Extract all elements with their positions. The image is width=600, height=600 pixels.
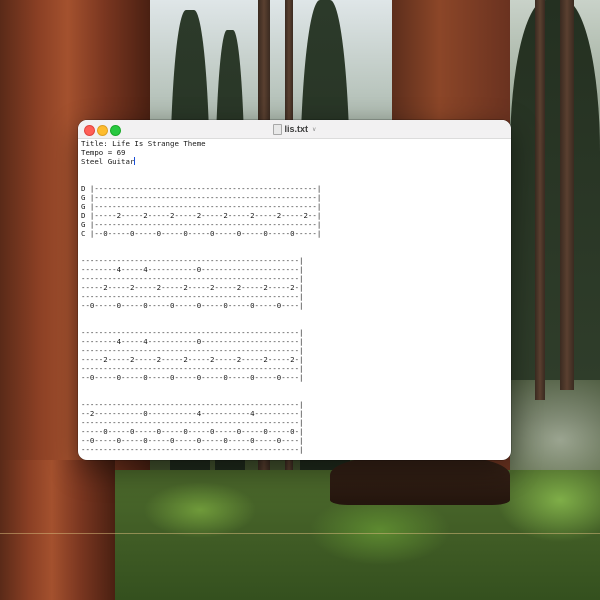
text-line-content: G |-------------------------------------…	[81, 220, 322, 229]
wallpaper-stump	[330, 455, 510, 505]
text-line-content: G |-------------------------------------…	[81, 202, 322, 211]
text-line	[81, 166, 509, 175]
text-line-content: ----------------------------------------…	[81, 346, 304, 355]
text-line	[81, 238, 509, 247]
text-line-content: D |-----2-----2-----2-----2-----2-----2-…	[81, 211, 322, 220]
text-line: ----------------------------------------…	[81, 364, 509, 373]
text-line-content: ----------------------------------------…	[81, 274, 304, 283]
text-line: G |-------------------------------------…	[81, 193, 509, 202]
text-line-content: --------4-----4-----------0-------------…	[81, 265, 304, 274]
text-line: G |-------------------------------------…	[81, 202, 509, 211]
text-line-content: --0-----0-----0-----0-----0-----0-----0-…	[81, 301, 304, 310]
text-line: D |-----2-----2-----2-----2-----2-----2-…	[81, 211, 509, 220]
text-line-content: ----------------------------------------…	[81, 364, 304, 373]
text-line-content: ----------------------------------------…	[81, 328, 304, 337]
text-line: -----2-----2-----2-----2-----2-----2----…	[81, 355, 509, 364]
window-title-group[interactable]: lis.txt ∨	[78, 120, 511, 138]
text-line-content: --2-----------0-----------4-----------4-…	[81, 409, 304, 418]
text-line: --0-----0-----0-----0-----0-----0-----0-…	[81, 373, 509, 382]
text-line: Title: Life Is Strange Theme	[81, 139, 509, 148]
text-line: Tempo = 69	[81, 148, 509, 157]
text-line-content: ----------------------------------------…	[81, 292, 304, 301]
text-line: ----------------------------------------…	[81, 292, 509, 301]
text-line: C |--0-----0-----0-----0-----0-----0----…	[81, 229, 509, 238]
text-line-content: ----------------------------------------…	[81, 445, 304, 454]
text-line	[81, 310, 509, 319]
text-line-content: --------4-----4-----------0-------------…	[81, 337, 304, 346]
text-line: -----2-----2-----2-----2-----2-----2----…	[81, 283, 509, 292]
text-line-content: C |--0-----0-----0-----0-----0-----0----…	[81, 229, 322, 238]
text-line	[81, 247, 509, 256]
text-line	[81, 391, 509, 400]
text-line: --0-----0-----0-----0-----0-----0-----0-…	[81, 301, 509, 310]
text-line: ----------------------------------------…	[81, 328, 509, 337]
chevron-down-icon[interactable]: ∨	[312, 126, 316, 133]
text-line-content: Title: Life Is Strange Theme	[81, 139, 206, 148]
text-line-content: ----------------------------------------…	[81, 256, 304, 265]
text-line: --0-----0-----0-----0-----0-----0-----0-…	[81, 436, 509, 445]
text-line: ----------------------------------------…	[81, 418, 509, 427]
textedit-window[interactable]: lis.txt ∨ Title: Life Is Strange Theme Te…	[78, 120, 511, 460]
document-text-area[interactable]: Title: Life Is Strange Theme Tempo = 69 St…	[81, 139, 509, 457]
text-cursor	[134, 157, 136, 165]
text-line: --------4-----4-----------0-------------…	[81, 265, 509, 274]
text-line	[81, 175, 509, 184]
window-titlebar[interactable]: lis.txt ∨	[78, 120, 511, 139]
text-line: ----------------------------------------…	[81, 256, 509, 265]
text-line-content: --0-----0-----0-----0-----0-----0-----0-…	[81, 436, 304, 445]
text-line: --------4-----4-----------0-------------…	[81, 337, 509, 346]
text-line: -----0-----0-----0-----0-----0-----0----…	[81, 427, 509, 436]
text-line: --2-----------0-----------4-----------4-…	[81, 409, 509, 418]
text-line: G |-------------------------------------…	[81, 220, 509, 229]
wallpaper-trunk	[535, 0, 545, 400]
text-line	[81, 382, 509, 391]
text-line-content: -----0-----0-----0-----0-----0-----0----…	[81, 427, 304, 436]
text-line-content: -----2-----2-----2-----2-----2-----2----…	[81, 283, 304, 292]
text-line-content: D |-------------------------------------…	[81, 184, 322, 193]
text-line: ----------------------------------------…	[81, 274, 509, 283]
text-line-content: Tempo = 69	[81, 148, 126, 157]
text-line: D |-------------------------------------…	[81, 184, 509, 193]
text-line-content: ----------------------------------------…	[81, 418, 304, 427]
document-icon	[272, 123, 282, 135]
text-line-content: --0-----0-----0-----0-----0-----0-----0-…	[81, 373, 304, 382]
text-line: ----------------------------------------…	[81, 445, 509, 454]
text-line: ----------------------------------------…	[81, 400, 509, 409]
wallpaper-trunk	[0, 460, 115, 600]
text-line-content: Steel Guitar	[81, 157, 135, 166]
text-line-content: -----2-----2-----2-----2-----2-----2----…	[81, 355, 304, 364]
text-line-content: G |-------------------------------------…	[81, 193, 322, 202]
text-line: ----------------------------------------…	[81, 346, 509, 355]
window-title[interactable]: lis.txt	[285, 124, 309, 134]
wallpaper-line	[0, 533, 600, 534]
text-line	[81, 319, 509, 328]
wallpaper-trunk	[560, 0, 574, 390]
text-line: Steel Guitar	[81, 157, 509, 166]
text-line-content: ----------------------------------------…	[81, 400, 304, 409]
wallpaper-tree	[510, 0, 600, 380]
